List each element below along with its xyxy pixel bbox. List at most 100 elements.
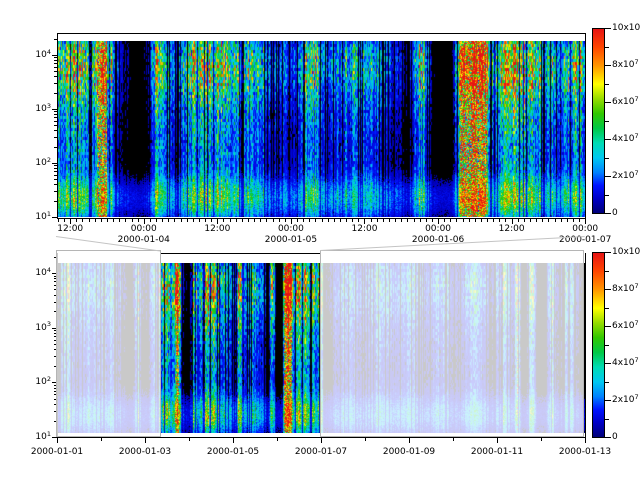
top_panel-y-minor-tick [54,191,57,192]
bottom-colorbar-major-tick [605,252,611,253]
top-x-minor-tick [119,219,120,222]
top_panel-y-minor-tick [54,147,57,148]
top-x-minor-tick [266,219,267,222]
top-colorbar-label-base: 10x10 [612,23,640,33]
top-x-minor-tick [95,219,96,222]
top_panel-y-minor-tick [54,168,57,169]
top_panel-y-major-tick [52,217,57,218]
top-colorbar-minor-tick [605,121,609,122]
top_panel-y-minor-tick [54,76,57,77]
bottom-x-date-label: 2000-01-05 [207,447,259,457]
bottom_panel-y-label-base: 10 [35,268,46,278]
top-x-time-label: 00:00 [572,224,598,234]
top-x-date-label: 2000-01-05 [265,235,317,245]
top-x-minor-tick [211,219,212,222]
bottom-x-tick [277,438,278,441]
top-x-minor-tick [242,219,243,222]
top-x-minor-tick [328,219,329,222]
top_panel-y-minor-tick [54,39,57,40]
top-x-minor-tick [555,219,556,222]
top_panel-y-label-exp: 2 [47,156,51,164]
top_panel-y-minor-tick [54,114,57,115]
top-colorbar-label: 8x107 [612,60,639,70]
top_panel-y-label-exp: 1 [47,210,51,218]
top-colorbar-label-base: 4x10 [612,134,635,144]
top-x-minor-tick [340,219,341,222]
top-x-minor-tick [101,219,102,222]
top-x-minor-tick [279,219,280,222]
bottom-colorbar-label-base: 2x10 [612,395,635,405]
top-x-minor-tick [377,219,378,222]
top-colorbar-label: 0 [612,208,618,218]
bottom_panel-y-label-exp: 3 [47,320,51,328]
top-x-minor-tick [389,219,390,222]
top-x-minor-tick [125,219,126,222]
bottom-x-date-label: 2000-01-11 [471,447,523,457]
top-x-minor-tick [444,219,445,222]
bottom-colorbar-label: 6x107 [612,321,639,331]
top-x-minor-tick [463,219,464,222]
top-x-minor-tick [107,219,108,222]
top-x-minor-tick [334,219,335,222]
top-x-minor-tick [181,219,182,222]
top-x-minor-tick [371,219,372,222]
top_panel-y-minor-tick [54,60,57,61]
top_panel-y-minor-tick [54,171,57,172]
top-x-time-label: 12:00 [204,224,230,234]
bottom-x-tick [409,438,410,443]
bottom-x-tick [497,438,498,443]
top-x-minor-tick [64,219,65,222]
top-colorbar-major-tick [605,213,611,214]
top-x-minor-tick [273,219,274,222]
top-x-minor-tick [401,219,402,222]
top_panel-y-minor-tick [54,83,57,84]
top-x-minor-tick [561,219,562,222]
top-x-minor-tick [174,219,175,222]
top-colorbar-minor-tick [605,158,609,159]
bottom-colorbar-major-tick [605,437,611,438]
top-x-minor-tick [193,219,194,222]
top-x-time-label: 00:00 [131,224,157,234]
top-x-minor-tick [450,219,451,222]
bottom-colorbar-label-exp: 7 [635,356,639,364]
top-x-time-label: 12:00 [57,224,83,234]
top-colorbar-label: 4x107 [612,134,639,144]
top-x-minor-tick [499,219,500,222]
bottom-colorbar-major-tick [605,326,611,327]
bottom_panel-y-label: 104 [26,268,51,278]
top-colorbar-major-tick [605,176,611,177]
top-x-minor-tick [260,219,261,222]
bottom_panel-y-label: 101 [26,432,51,442]
top-x-minor-tick [138,219,139,222]
top_panel-y-minor-tick [54,137,57,138]
top-x-minor-tick [352,219,353,222]
top-x-minor-tick [113,219,114,222]
bottom-x-date-label: 2000-01-09 [383,447,435,457]
bottom-colorbar-label-base: 10x10 [612,247,640,257]
top_panel-y-minor-tick [54,67,57,68]
top-x-minor-tick [205,219,206,222]
top-x-date-label: 2000-01-04 [118,235,170,245]
top-x-minor-tick [89,219,90,222]
bottom_panel-y-label-exp: 2 [47,375,51,383]
bottom_panel-y-label-exp: 4 [47,266,51,274]
top-x-minor-tick [285,219,286,222]
top-colorbar-label: 10x107 [612,23,640,33]
top-x-minor-tick [505,219,506,222]
top-x-minor-tick [481,219,482,222]
top-x-minor-tick [414,219,415,222]
bottom-x-tick [233,438,234,443]
top-colorbar-label: 2x107 [612,171,639,181]
top-x-minor-tick [567,219,568,222]
top-x-minor-tick [76,219,77,222]
top-x-minor-tick [346,219,347,222]
top-x-time-label: 12:00 [499,224,525,234]
top-x-minor-tick [254,219,255,222]
bottom-x-tick [57,438,58,443]
top-x-minor-tick [322,219,323,222]
top-x-minor-tick [456,219,457,222]
top-colorbar-label-base: 8x10 [612,60,635,70]
bottom-colorbar-label: 10x107 [612,247,640,257]
bottom-frame-top-segment [160,253,321,254]
top-colorbar-minor-tick [605,84,609,85]
